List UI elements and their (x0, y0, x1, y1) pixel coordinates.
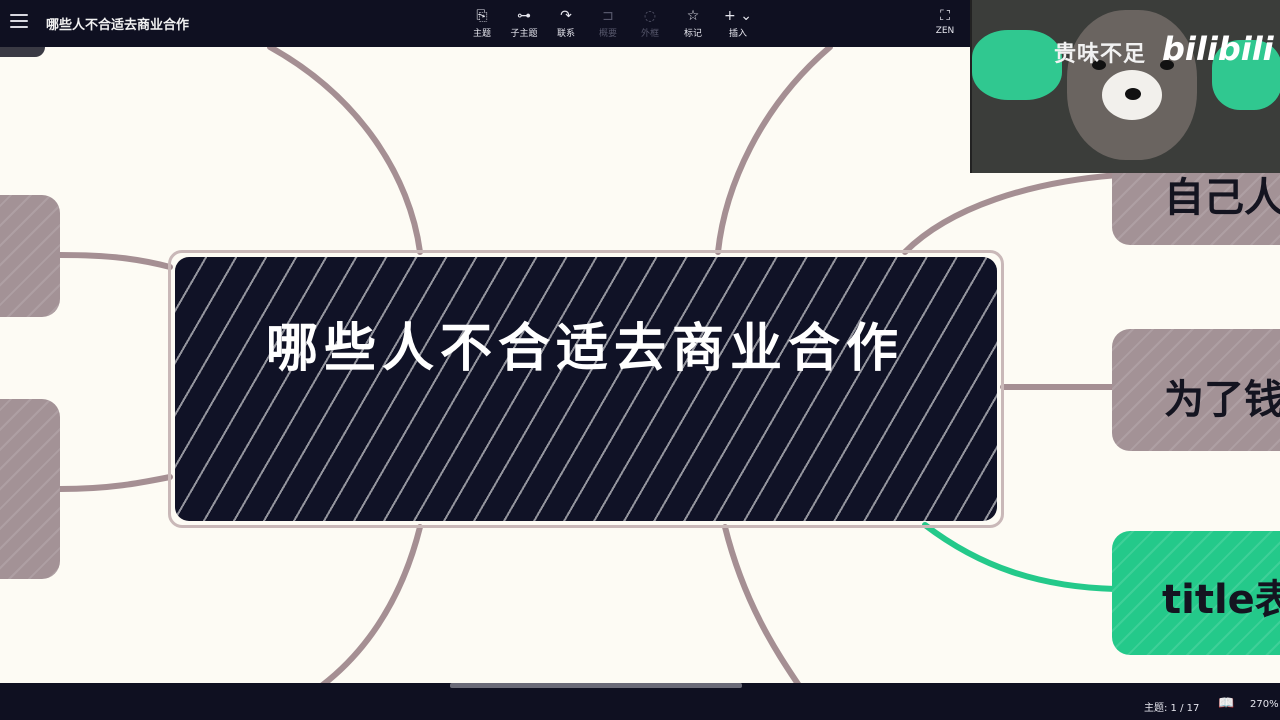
status-bar: 主题: 1 / 17 📖 270% (0, 683, 1280, 720)
branch-node-title[interactable]: title表 (1112, 531, 1280, 655)
plus-icon: + ⌄ (724, 8, 752, 24)
branch-label: title表 (1162, 577, 1280, 623)
branch-label: 自己人 (1164, 175, 1280, 221)
document-title: 哪些人不合适去商业合作 (46, 18, 190, 33)
topic-button[interactable]: ⎘ 主题 (462, 6, 502, 42)
branch-label: 为了钱 (1164, 377, 1280, 423)
star-icon: ☆ (686, 8, 700, 24)
outline-book-icon[interactable]: 📖 (1218, 696, 1234, 711)
horizontal-scrollbar[interactable] (450, 683, 742, 688)
zoom-level[interactable]: 270% (1250, 699, 1279, 710)
connector-line (267, 47, 423, 255)
central-topic-label: 哪些人不合适去商业合作 (265, 319, 904, 379)
insert-label: 插入 (728, 29, 747, 39)
subtopic-label: 子主题 (510, 29, 538, 39)
branch-node-money[interactable]: 为了钱 (1112, 329, 1280, 451)
left-branch-node[interactable] (0, 195, 60, 317)
relationship-label: 联系 (556, 29, 575, 39)
topic-label: 主题 (472, 29, 491, 39)
connector-line (320, 524, 423, 683)
subtopic-icon: ⊶ (517, 8, 531, 24)
left-branch-node[interactable] (0, 47, 45, 57)
connector-line-green (922, 522, 1118, 592)
topic-count: 主题: 1 / 17 (1144, 703, 1200, 714)
zen-label: ZEN (935, 26, 955, 36)
connector-line (715, 47, 833, 255)
connector-line (57, 252, 173, 270)
boundary-button[interactable]: ◌ 外框 (630, 6, 670, 42)
summary-icon: ⊐ (602, 8, 614, 24)
connector-line (902, 172, 1121, 255)
central-topic[interactable]: 哪些人不合适去商业合作 (175, 257, 997, 521)
marker-label: 标记 (683, 29, 702, 39)
bilibili-logo: bilibili (1162, 30, 1274, 68)
fullscreen-icon: ⛶ (940, 8, 950, 24)
topic-icon: ⎘ (476, 8, 488, 24)
insert-button[interactable]: + ⌄ 插入 (718, 6, 758, 42)
subtopic-button[interactable]: ⊶ 子主题 (504, 6, 544, 42)
boundary-label: 外框 (640, 29, 659, 39)
relationship-button[interactable]: ↷ 联系 (546, 6, 586, 42)
boundary-icon: ◌ (643, 8, 657, 24)
connector-line (722, 524, 801, 683)
relationship-icon: ↷ (560, 8, 572, 24)
summary-button[interactable]: ⊐ 概要 (588, 6, 628, 42)
hamburger-menu-icon[interactable] (10, 14, 28, 28)
webcam-overlay: 贵味不足 bilibili (970, 0, 1280, 173)
zen-mode-button[interactable]: ⛶ ZEN (928, 6, 962, 42)
connector-line (57, 474, 173, 492)
left-branch-node[interactable] (0, 399, 60, 579)
watermark-text: 贵味不足 (1054, 42, 1147, 67)
summary-label: 概要 (598, 29, 617, 39)
marker-button[interactable]: ☆ 标记 (673, 6, 713, 42)
